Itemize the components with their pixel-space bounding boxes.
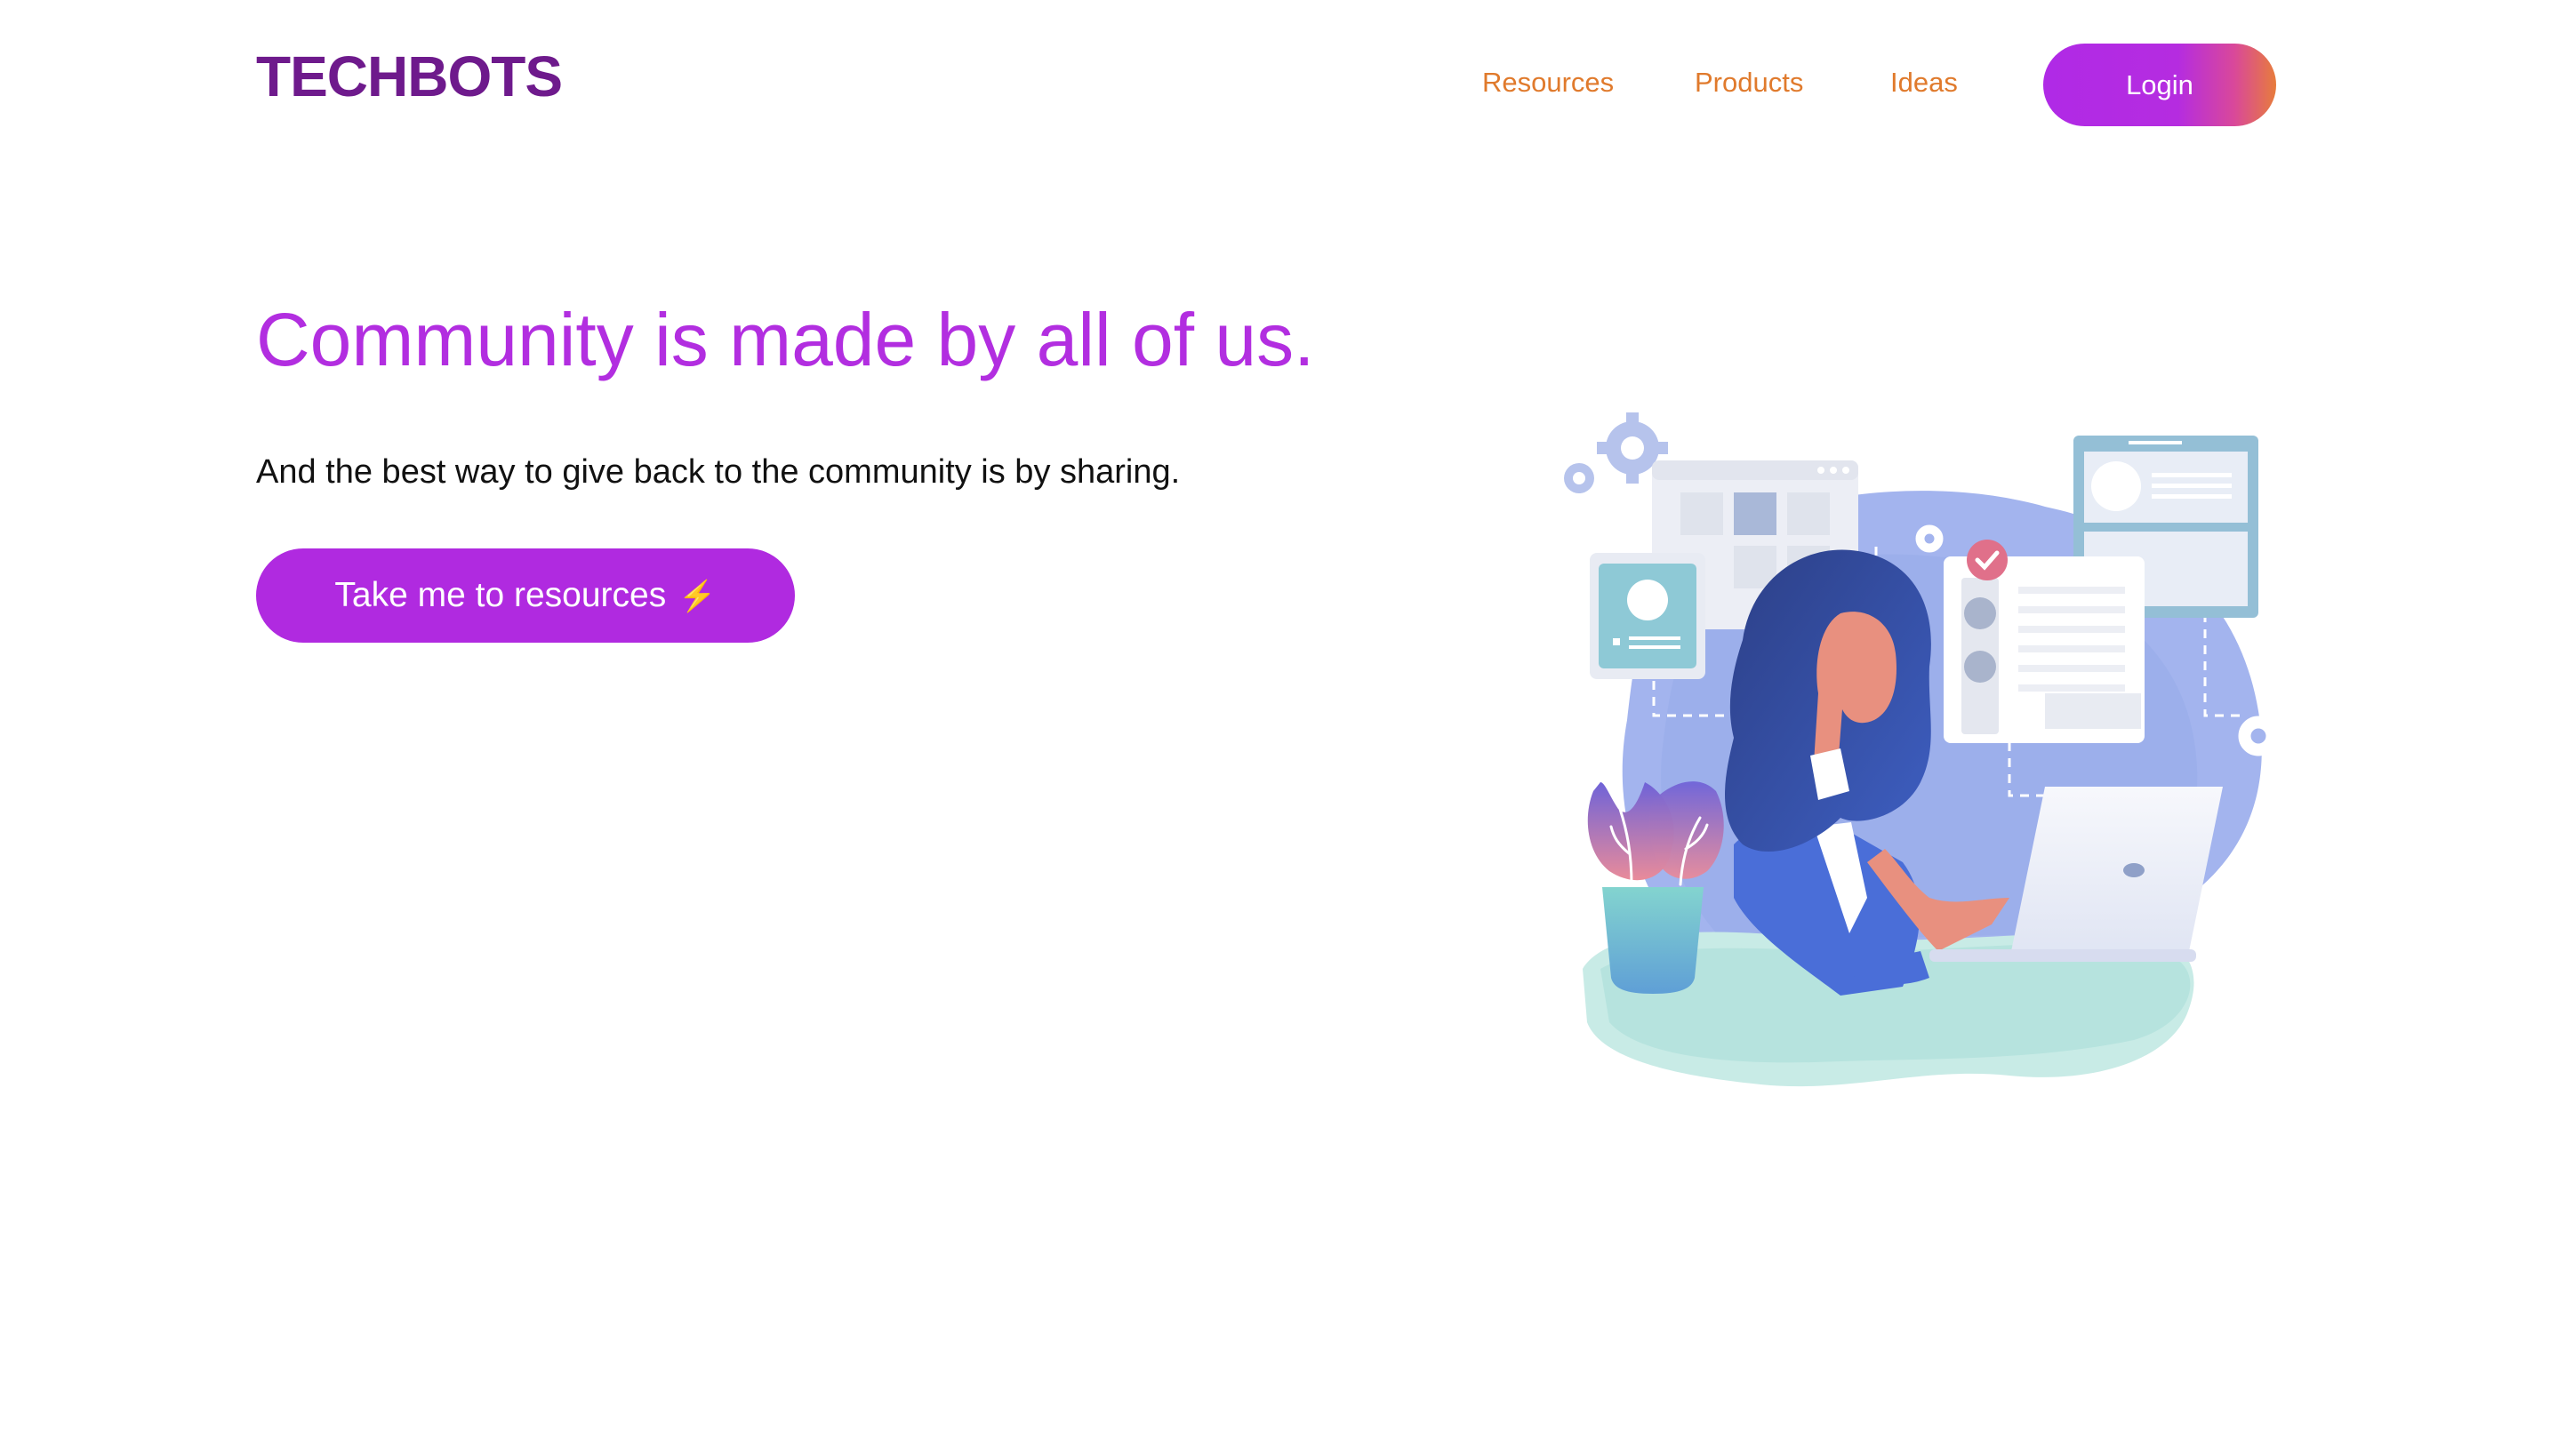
nav-link-products[interactable]: Products	[1695, 60, 1803, 105]
lightning-bolt-icon: ⚡	[678, 580, 717, 613]
hero-headline: Community is made by all of us.	[256, 298, 1315, 381]
login-button[interactable]: Login	[2043, 44, 2276, 126]
nav-link-resources[interactable]: Resources	[1482, 60, 1614, 105]
resources-cta-button[interactable]: Take me to resources ⚡	[256, 548, 795, 643]
nav-link-ideas[interactable]: Ideas	[1890, 60, 1958, 105]
brand-logo[interactable]: TECHBOTS	[256, 41, 563, 112]
woman-at-laptop-illustration	[1564, 412, 2279, 1087]
hero-subtext: And the best way to give back to the com…	[256, 453, 1181, 491]
cta-label: Take me to resources	[334, 576, 667, 614]
